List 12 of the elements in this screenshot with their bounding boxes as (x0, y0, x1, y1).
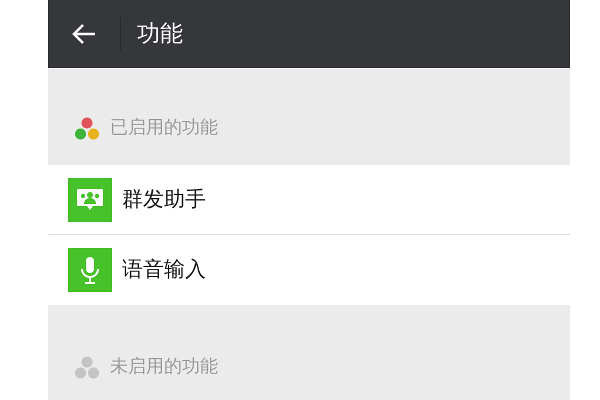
back-icon (71, 23, 97, 45)
page-title: 功能 (137, 20, 183, 49)
feature-row[interactable]: 群发助手 (48, 165, 570, 235)
section-icon (74, 117, 100, 141)
feature-row[interactable]: 语音输入 (48, 235, 570, 305)
section-header: 未启用的功能 (110, 355, 218, 379)
section-icon (74, 356, 100, 380)
section-header: 已启用的功能 (110, 116, 218, 140)
feature-label: 语音输入 (122, 256, 206, 284)
microphone-icon (68, 248, 112, 292)
group-chat-icon (68, 178, 112, 222)
feature-label: 群发助手 (122, 186, 206, 213)
